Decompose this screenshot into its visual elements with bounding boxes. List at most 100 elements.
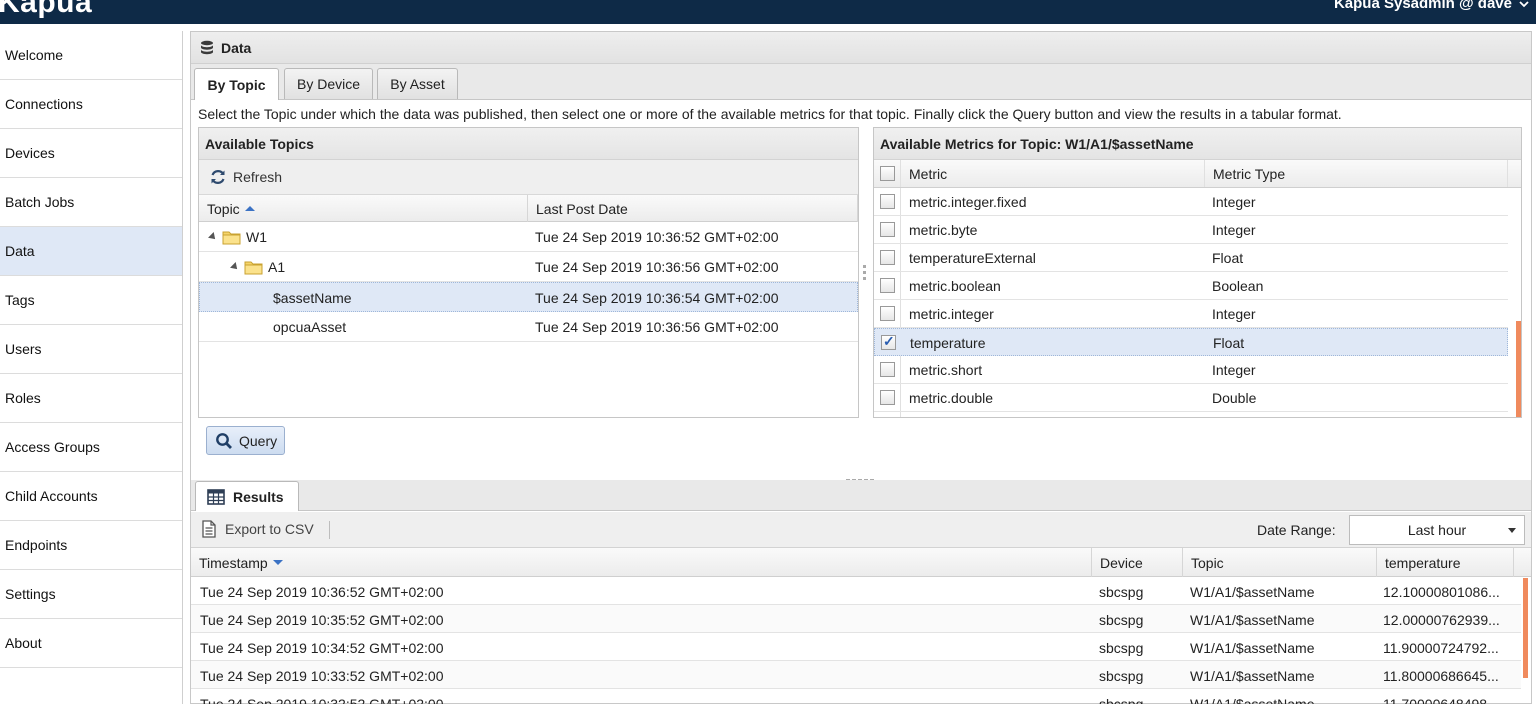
collapse-icon[interactable] bbox=[230, 261, 240, 272]
result-value: 11.90000724792... bbox=[1383, 639, 1499, 656]
sort-asc-icon bbox=[244, 206, 255, 211]
result-topic: W1/A1/$assetName bbox=[1190, 667, 1315, 684]
metric-type: Double bbox=[1212, 390, 1257, 406]
metric-type: Integer bbox=[1212, 194, 1256, 210]
metric-name: metric.integer bbox=[909, 306, 994, 322]
sidebar-item-devices[interactable]: Devices bbox=[0, 129, 182, 178]
sidebar-item-data[interactable]: Data bbox=[0, 227, 182, 276]
result-topic: W1/A1/$assetName bbox=[1190, 695, 1315, 704]
tree-row-a1[interactable]: A1 Tue 24 Sep 2019 10:36:56 GMT+02:00 bbox=[199, 252, 858, 282]
vertical-splitter[interactable] bbox=[863, 265, 867, 285]
sidebar-item-welcome[interactable]: Welcome bbox=[0, 31, 182, 80]
result-topic: W1/A1/$assetName bbox=[1190, 639, 1315, 656]
export-csv-button[interactable]: Export to CSV bbox=[201, 520, 314, 538]
sidebar-item-access-groups[interactable]: Access Groups bbox=[0, 423, 182, 472]
metric-checkbox[interactable] bbox=[880, 390, 895, 405]
results-scrollbar[interactable] bbox=[1523, 578, 1528, 678]
tab-by-topic[interactable]: By Topic bbox=[194, 68, 279, 100]
result-row[interactable]: Tue 24 Sep 2019 10:32:52 GMT+02:00 sbcsp… bbox=[191, 689, 1521, 704]
refresh-button[interactable]: Refresh bbox=[209, 168, 282, 186]
metric-row-selected[interactable]: temperature Float bbox=[874, 328, 1508, 356]
column-metric[interactable]: Metric bbox=[909, 160, 947, 188]
metric-row[interactable]: temperatureExternal Float bbox=[874, 244, 1508, 272]
folder-icon bbox=[244, 261, 263, 274]
tree-row-opcuaasset[interactable]: opcuaAsset Tue 24 Sep 2019 10:36:56 GMT+… bbox=[199, 312, 858, 342]
tab-by-device[interactable]: By Device bbox=[284, 68, 373, 99]
results-column-header: Timestamp Device Topic temperature bbox=[191, 548, 1531, 577]
metric-checkbox[interactable] bbox=[880, 278, 895, 293]
sidebar-item-tags[interactable]: Tags bbox=[0, 276, 182, 325]
tab-by-asset[interactable]: By Asset bbox=[377, 68, 458, 99]
metric-type: Boolean bbox=[1212, 278, 1264, 294]
topic-name: W1 bbox=[246, 228, 267, 245]
column-timestamp[interactable]: Timestamp bbox=[191, 548, 1092, 577]
result-row[interactable]: Tue 24 Sep 2019 10:36:52 GMT+02:00 sbcsp… bbox=[191, 577, 1521, 605]
result-row[interactable]: Tue 24 Sep 2019 10:33:52 GMT+02:00 sbcsp… bbox=[191, 661, 1521, 689]
column-topic[interactable]: Topic bbox=[1183, 548, 1377, 577]
available-topics-panel: Available Topics Refresh Topic Last Post… bbox=[198, 127, 859, 418]
sidebar-item-batch-jobs[interactable]: Batch Jobs bbox=[0, 178, 182, 227]
result-row[interactable]: Tue 24 Sep 2019 10:34:52 GMT+02:00 sbcsp… bbox=[191, 633, 1521, 661]
result-value: 12.10000801086... bbox=[1383, 583, 1500, 600]
topic-name: A1 bbox=[268, 258, 286, 275]
result-timestamp: Tue 24 Sep 2019 10:35:52 GMT+02:00 bbox=[200, 611, 444, 628]
result-timestamp: Tue 24 Sep 2019 10:32:52 GMT+02:00 bbox=[200, 695, 444, 704]
metric-checkbox[interactable] bbox=[880, 250, 895, 265]
metric-row[interactable]: metric.byte Integer bbox=[874, 216, 1508, 244]
toolbar-separator bbox=[329, 521, 330, 539]
column-topic[interactable]: Topic bbox=[199, 195, 528, 222]
metric-type: Integer bbox=[1212, 306, 1256, 322]
sidebar: Welcome Connections Devices Batch Jobs D… bbox=[0, 31, 183, 704]
date-range-select[interactable]: Last hour bbox=[1349, 515, 1525, 545]
user-menu[interactable]: Kapua Sysadmin @ dave bbox=[1334, 0, 1530, 12]
tree-row-assetname[interactable]: $assetName Tue 24 Sep 2019 10:36:54 GMT+… bbox=[199, 282, 858, 312]
date-range-label: Date Range: bbox=[1257, 522, 1336, 538]
chevron-down-icon bbox=[1519, 0, 1529, 7]
select-all-checkbox[interactable] bbox=[880, 166, 895, 181]
metric-checkbox-checked[interactable] bbox=[881, 333, 896, 350]
tree-node: W1 bbox=[208, 222, 267, 251]
topic-name: $assetName bbox=[273, 289, 352, 306]
sidebar-item-connections[interactable]: Connections bbox=[0, 80, 182, 129]
result-row[interactable]: Tue 24 Sep 2019 10:35:52 GMT+02:00 sbcsp… bbox=[191, 605, 1521, 633]
sidebar-item-endpoints[interactable]: Endpoints bbox=[0, 521, 182, 570]
sidebar-item-roles[interactable]: Roles bbox=[0, 374, 182, 423]
sidebar-item-about[interactable]: About bbox=[0, 619, 182, 668]
query-button[interactable]: Query bbox=[206, 426, 285, 455]
sidebar-item-users[interactable]: Users bbox=[0, 325, 182, 374]
metrics-scrollbar[interactable] bbox=[1516, 321, 1521, 417]
metric-checkbox[interactable] bbox=[880, 362, 895, 377]
app-logo[interactable]: Kapua bbox=[0, 0, 92, 20]
column-temperature[interactable]: temperature bbox=[1377, 548, 1514, 577]
instructions-text: Select the Topic under which the data wa… bbox=[198, 106, 1342, 122]
tab-strip: By Topic By Device By Asset bbox=[191, 64, 1531, 100]
column-device[interactable]: Device bbox=[1092, 548, 1183, 577]
column-last-post-date[interactable]: Last Post Date bbox=[528, 195, 858, 222]
metric-row[interactable]: metric.boolean Boolean bbox=[874, 272, 1508, 300]
metric-name: temperatureExternal bbox=[909, 250, 1036, 266]
metric-type: Float bbox=[1213, 335, 1245, 351]
metric-row[interactable]: metric.short Integer bbox=[874, 356, 1508, 384]
result-timestamp: Tue 24 Sep 2019 10:34:52 GMT+02:00 bbox=[200, 639, 444, 656]
results-tab-strip: Results bbox=[191, 480, 1531, 511]
metric-checkbox[interactable] bbox=[880, 222, 895, 237]
results-tab-label: Results bbox=[233, 488, 284, 505]
sidebar-item-settings[interactable]: Settings bbox=[0, 570, 182, 619]
result-value: 11.70000648498... bbox=[1383, 695, 1499, 704]
metric-row[interactable]: metric.integer.fixed Integer bbox=[874, 188, 1508, 216]
metric-row[interactable]: metric.double Double bbox=[874, 384, 1508, 412]
result-topic: W1/A1/$assetName bbox=[1190, 611, 1315, 628]
metric-row[interactable]: metric.integer Integer bbox=[874, 300, 1508, 328]
metrics-column-header: Metric Metric Type bbox=[874, 160, 1521, 188]
column-metric-type[interactable]: Metric Type bbox=[1213, 160, 1285, 188]
tree-row-w1[interactable]: W1 Tue 24 Sep 2019 10:36:52 GMT+02:00 bbox=[199, 222, 858, 252]
dropdown-arrow-icon bbox=[1508, 528, 1516, 533]
collapse-icon[interactable] bbox=[208, 231, 218, 242]
tab-results[interactable]: Results bbox=[195, 481, 299, 511]
topics-toolbar: Refresh bbox=[199, 160, 858, 195]
tree-node: A1 bbox=[230, 252, 286, 281]
metric-checkbox[interactable] bbox=[880, 306, 895, 321]
metric-checkbox[interactable] bbox=[880, 194, 895, 209]
metric-name: metric.byte bbox=[909, 222, 978, 238]
sidebar-item-child-accounts[interactable]: Child Accounts bbox=[0, 472, 182, 521]
